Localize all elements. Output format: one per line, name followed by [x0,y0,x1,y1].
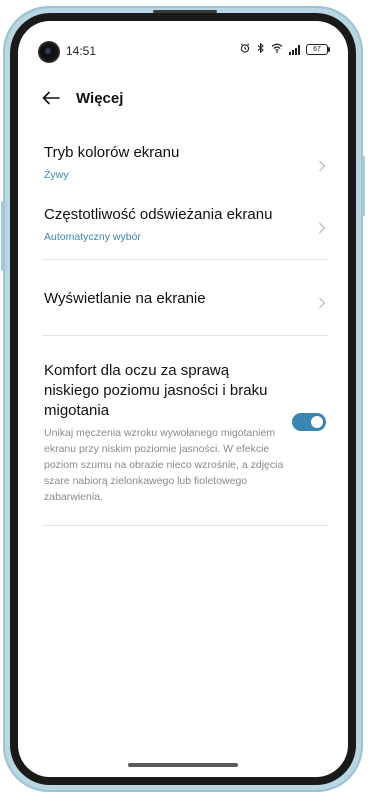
setting-eye-comfort: Komfort dla oczu za sprawą niskiego pozi… [44,361,326,505]
divider [42,525,328,526]
chevron-right-icon [318,160,326,172]
battery-icon: 67 [306,44,330,55]
chevron-right-icon [318,297,326,309]
setting-description: Unikaj męczenia wzroku wywołanego migota… [44,427,284,503]
setting-on-screen-display[interactable]: Wyświetlanie na ekranie [44,289,326,313]
power-button [362,156,365,216]
setting-value: Żywy [44,169,69,181]
screen: 14:51 67 Więcej Tryb kolorów ekranu Żywy… [18,21,348,777]
back-button[interactable] [40,87,62,109]
status-time: 14:51 [66,44,97,58]
phone-frame: 14:51 67 Więcej Tryb kolorów ekranu Żywy… [1,6,365,792]
setting-label: Tryb kolorów ekranu [44,144,180,161]
status-icons: 67 [240,42,330,56]
bluetooth-icon [256,42,265,56]
setting-refresh-rate[interactable]: Częstotliwość odświeżania ekranu Automat… [44,205,326,247]
setting-screen-color-mode[interactable]: Tryb kolorów ekranu Żywy [44,143,326,185]
signal-icon [289,44,300,55]
divider [42,335,328,336]
alarm-icon [240,43,250,56]
toggle-knob [311,416,323,428]
eye-comfort-toggle[interactable] [292,413,326,431]
setting-label: Wyświetlanie na ekranie [44,290,206,307]
page-title: Więcej [76,90,124,107]
home-indicator[interactable] [128,763,238,767]
page-header: Więcej [18,85,348,117]
back-arrow-icon [42,91,60,105]
setting-label: Częstotliwość odświeżania ekranu [44,206,273,223]
chevron-right-icon [318,222,326,234]
divider [42,259,328,260]
volume-button [1,201,4,271]
wifi-icon [271,43,283,56]
front-camera [40,43,58,61]
setting-value: Automatyczny wybór [44,231,141,243]
setting-label: Komfort dla oczu za sprawą niskiego pozi… [44,362,268,419]
status-bar: 14:51 67 [18,21,348,67]
bezel: 14:51 67 Więcej Tryb kolorów ekranu Żywy… [10,13,356,785]
